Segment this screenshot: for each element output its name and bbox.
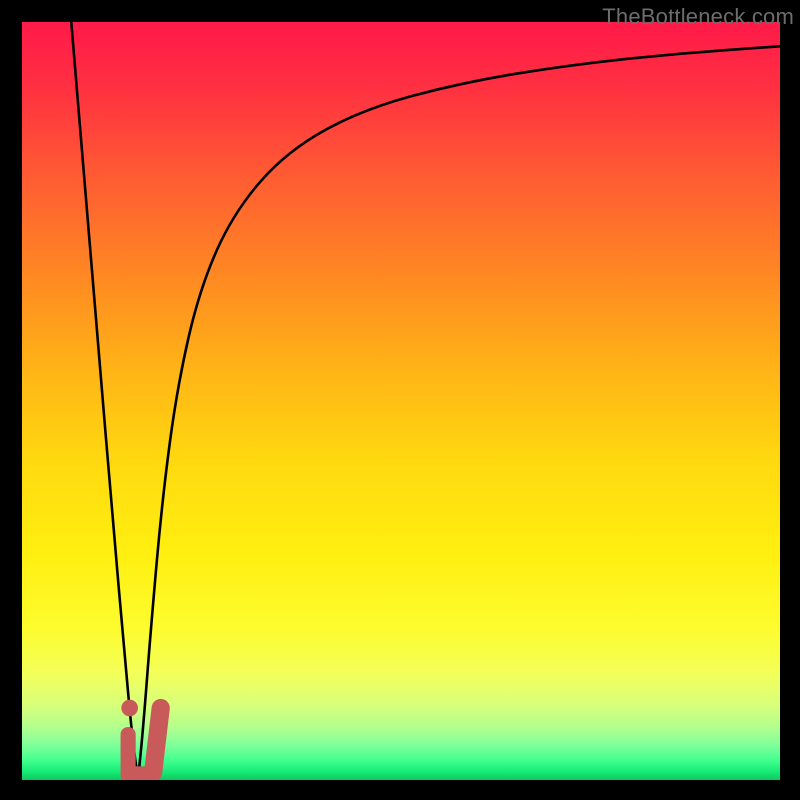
plot-area: [22, 22, 780, 780]
marker-blob-right-up: [153, 708, 161, 772]
chart-frame: TheBottleneck.com: [0, 0, 800, 800]
curve-layer: [22, 22, 780, 780]
series-right-branch: [138, 46, 780, 780]
marker-dot-upper: [121, 700, 138, 717]
watermark-text: TheBottleneck.com: [602, 4, 794, 30]
series-left-branch: [71, 22, 138, 780]
